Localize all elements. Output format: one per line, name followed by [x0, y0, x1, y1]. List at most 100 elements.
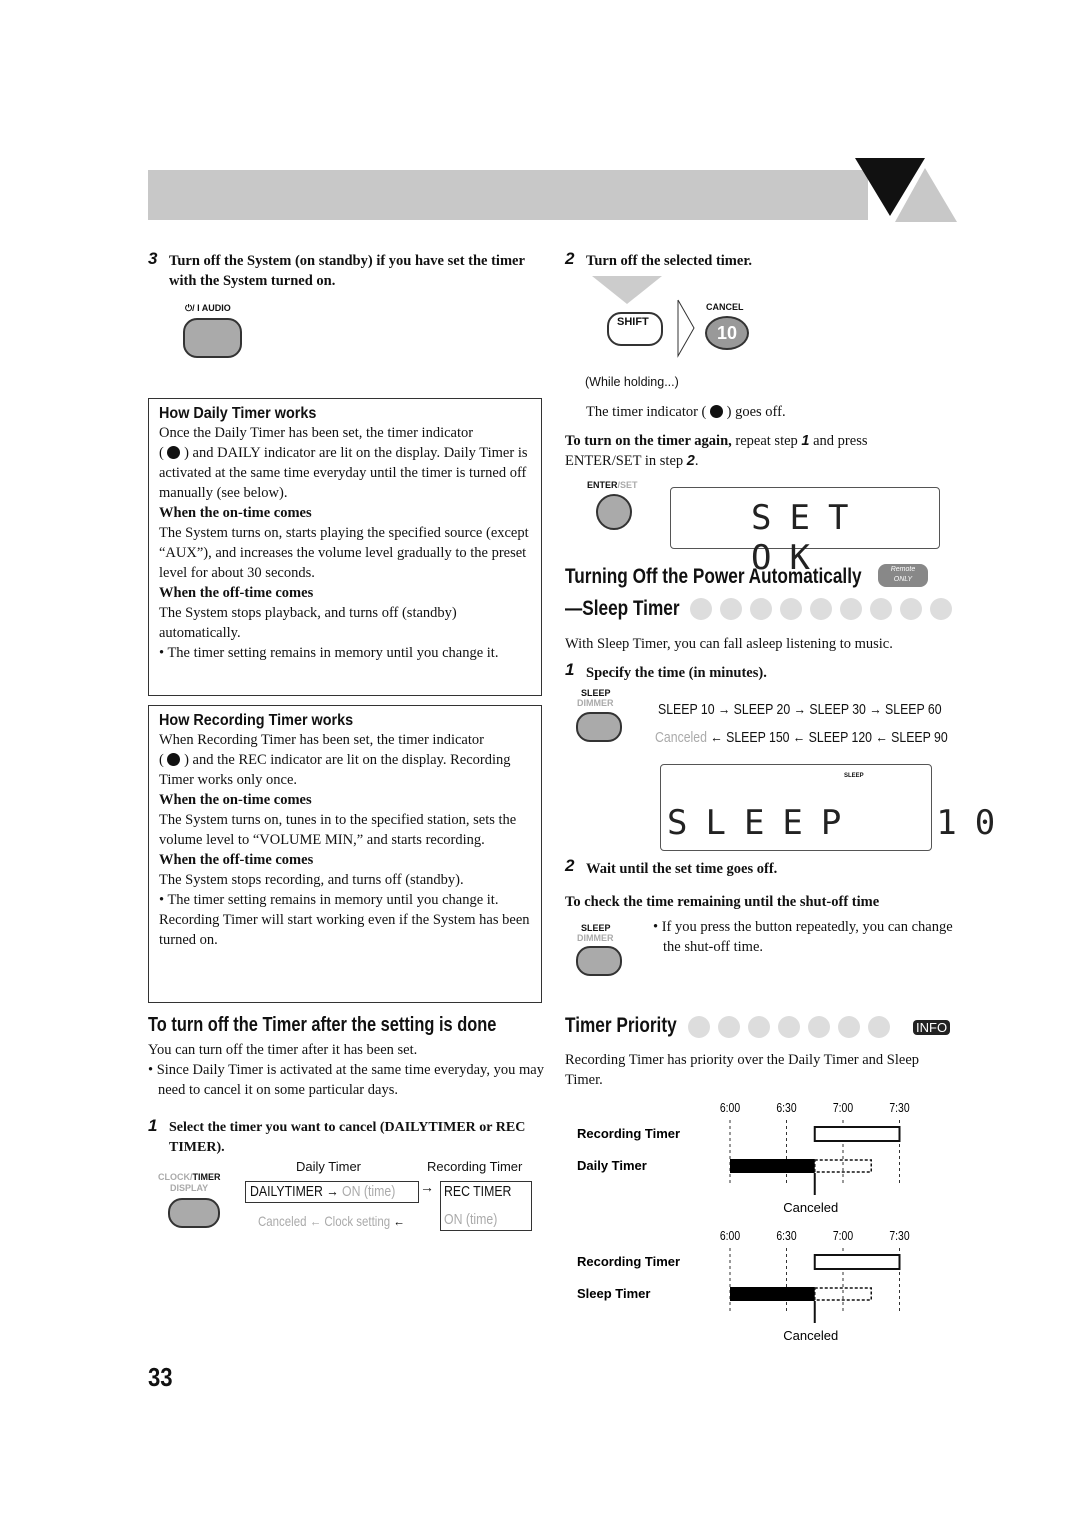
button-label: ENTER — [587, 480, 618, 490]
sleep-button[interactable] — [576, 946, 622, 976]
cancel-10-button[interactable]: 10 — [705, 316, 749, 350]
row-label: Sleep Timer — [577, 1286, 650, 1301]
heading-dots — [680, 1016, 890, 1038]
button-label: DISPLAY — [170, 1183, 209, 1193]
column-label: Recording Timer — [427, 1159, 523, 1174]
sleep-sequence-top: SLEEP 10 → SLEEP 20 → SLEEP 30 → SLEEP 6… — [658, 701, 942, 718]
page-number: 33 — [148, 1362, 173, 1392]
step-number: 2 — [565, 856, 575, 875]
timer-priority-diagram: 6:00 6:30 7:00 7:30 Recording Timer Daily Tim… — [577, 1101, 910, 1343]
text: Recording Timer has priority over the Da… — [565, 1052, 920, 1088]
box-title: How Recording Timer works — [159, 712, 354, 729]
tick-label: 7:30 — [889, 1229, 910, 1243]
subheading: To check the time remaining until the sh… — [565, 894, 880, 910]
display-set-ok: SET OK — [670, 487, 940, 578]
row-label: Daily Timer — [577, 1158, 647, 1173]
manual-page: 3 Turn off the System (on standby) if yo… — [0, 0, 1080, 1528]
tick-label: 6:00 — [720, 1229, 741, 1243]
column-label: Daily Timer — [296, 1159, 362, 1174]
tick-label: 6:00 — [720, 1101, 741, 1115]
timer-indicator-icon — [167, 753, 181, 766]
section-heading: To turn off the Timer after the setting … — [148, 1014, 497, 1036]
button-label: TIMER — [192, 1172, 221, 1182]
text: 1 — [801, 433, 810, 449]
section-heading: Timer Priority — [565, 1014, 677, 1037]
how-recording-timer-works-box: How Recording Timer works When Recording… — [148, 705, 542, 1003]
subheading: When the off-time comes — [159, 852, 314, 868]
text: The timer indicator ( — [586, 404, 707, 420]
row-label: Recording Timer — [577, 1126, 680, 1141]
step-number: 2 — [565, 249, 575, 268]
display-sleep-10: SLEEP SLEEP 10 — [660, 764, 995, 851]
text: Recording Timer will start working even … — [159, 912, 530, 948]
plus-arrow-icon — [677, 299, 695, 358]
text: To turn on the timer again, — [565, 433, 732, 449]
subheading: When the off-time comes — [159, 585, 314, 601]
state-label: Clock setting — [324, 1213, 391, 1229]
button-label: /SET — [617, 480, 638, 490]
section-heading: Turning Off the Power Automatically — [565, 565, 862, 588]
tick-label: 6:30 — [776, 1229, 797, 1243]
button-label: CANCEL — [706, 302, 744, 312]
timer-bar — [813, 1254, 901, 1270]
how-daily-timer-works-box: How Daily Timer works Once the Daily Tim… — [148, 398, 542, 696]
sleep-button[interactable] — [576, 712, 622, 742]
text: Once the Daily Timer has been set, the t… — [159, 425, 474, 441]
text: ) and DAILY indicator are lit on the dis… — [159, 445, 528, 501]
text: ) and the REC indicator are lit on the d… — [159, 752, 511, 788]
text: ) goes off. — [726, 404, 786, 420]
text: The System turns on, tunes in to the spe… — [159, 812, 517, 848]
box-title: How Daily Timer works — [159, 405, 317, 422]
step-number: 3 — [148, 249, 158, 268]
state-label: DAILYTIMER — [250, 1183, 323, 1200]
bullet: • If you press the button repeatedly, yo… — [653, 919, 953, 955]
text: . — [694, 453, 699, 469]
tick-label: 7:00 — [833, 1101, 854, 1115]
button-label: DIMMER — [577, 933, 614, 943]
press-arrow-icon — [592, 276, 662, 304]
subheading: When the on-time comes — [159, 792, 312, 808]
text: repeat step — [731, 433, 802, 449]
button-label: DIMMER — [577, 698, 614, 708]
step-number: 1 — [565, 660, 575, 679]
button-label: SLEEP — [581, 923, 611, 933]
state-label: Canceled — [258, 1213, 307, 1229]
power-button-label: ⏻/ I AUDIO — [185, 303, 231, 313]
annotation: Canceled — [783, 1200, 838, 1215]
sleep-sequence-bottom: Canceled ← SLEEP 150 ← SLEEP 120 ← SLEEP… — [655, 729, 948, 746]
state-label: REC TIMER — [444, 1183, 512, 1200]
step-text: Wait until the set time goes off. — [586, 861, 778, 877]
remote-only-badge: Remote ONLY — [878, 564, 928, 587]
text: The System stops recording, and turns of… — [159, 872, 464, 888]
text: With Sleep Timer, you can fall asleep li… — [565, 636, 893, 652]
text: The System stops playback, and turns off… — [159, 605, 457, 641]
enter-set-button[interactable] — [596, 494, 632, 530]
row-label: Recording Timer — [577, 1254, 680, 1269]
tick-label: 6:30 — [776, 1101, 797, 1115]
timer-bar — [730, 1287, 815, 1301]
bullet: • The timer setting remains in memory un… — [159, 645, 499, 661]
state-label: ON (time) — [444, 1211, 498, 1228]
timer-indicator-icon — [167, 446, 181, 459]
power-audio-button[interactable] — [183, 318, 242, 358]
timer-indicator-icon — [710, 405, 724, 418]
bullet: • The timer setting remains in memory un… — [159, 892, 499, 908]
clock-timer-button[interactable] — [168, 1198, 220, 1228]
annotation: Canceled — [783, 1328, 838, 1343]
section-heading: —Sleep Timer — [565, 597, 680, 620]
info-badge: INFO — [913, 1020, 951, 1035]
step-text: Specify the time (in minutes). — [586, 665, 767, 681]
subheading: When the on-time comes — [159, 505, 312, 521]
step-text: Select the timer you want to cancel (DAI… — [169, 1120, 526, 1155]
text: The System turns on, starts playing the … — [159, 525, 529, 581]
heading-dots — [682, 598, 952, 620]
state-label: ON (time) — [342, 1183, 396, 1200]
step3-text: Turn off the System (on standby) if you … — [169, 253, 525, 289]
caption: (While holding...) — [585, 375, 679, 389]
text: You can turn off the timer after it has … — [148, 1042, 418, 1058]
text: 2 — [686, 453, 695, 469]
step-text: Turn off the selected timer. — [586, 253, 753, 269]
step-number: 1 — [148, 1116, 158, 1135]
tick-label: 7:30 — [889, 1101, 910, 1115]
text: When Recording Timer has been set, the t… — [159, 732, 484, 748]
